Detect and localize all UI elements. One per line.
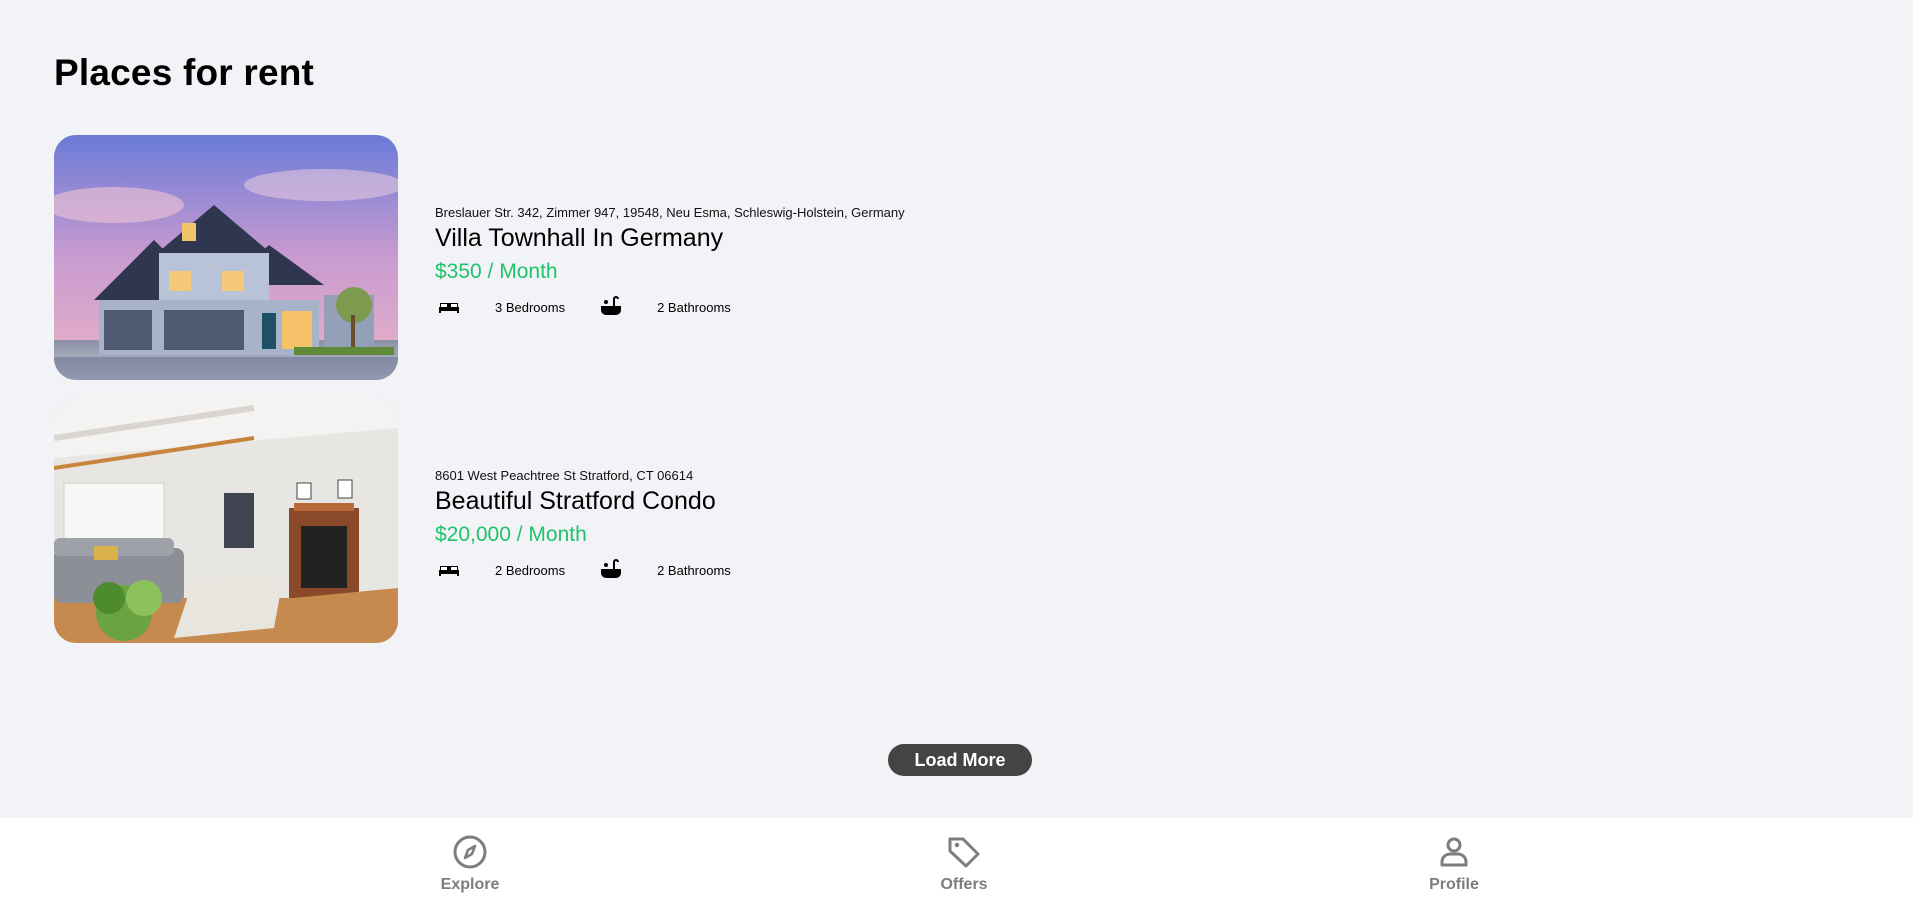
bed-icon — [437, 295, 461, 319]
listing-image-house-exterior[interactable] — [54, 135, 398, 380]
bathtub-icon — [599, 558, 623, 582]
compass-icon — [452, 834, 488, 870]
listing-card[interactable]: Breslauer Str. 342, Zimmer 947, 19548, N… — [54, 135, 1054, 380]
listing-features: 2 Bedrooms 2 Bathrooms — [435, 556, 1035, 584]
listing-name[interactable]: Villa Townhall In Germany — [435, 223, 1035, 253]
nav-explore[interactable]: Explore — [410, 834, 530, 894]
bed-icon — [437, 558, 461, 582]
listing-image-living-room[interactable] — [54, 398, 398, 643]
listing-info: 8601 West Peachtree St Stratford, CT 066… — [435, 468, 1035, 584]
nav-explore-label: Explore — [440, 876, 500, 893]
bottom-nav: Explore Offers Profile — [0, 818, 1913, 902]
bedrooms-label: 2 Bedrooms — [495, 562, 566, 578]
listing-price: $20,000 / Month — [435, 523, 587, 546]
listing-price: $350 / Month — [435, 260, 558, 283]
bedrooms-label: 3 Bedrooms — [495, 299, 566, 315]
nav-offers[interactable]: Offers — [904, 834, 1024, 894]
listing-card[interactable]: 8601 West Peachtree St Stratford, CT 066… — [54, 398, 1054, 643]
nav-profile[interactable]: Profile — [1394, 834, 1514, 894]
tag-icon — [946, 834, 982, 870]
listing-features: 3 Bedrooms 2 Bathrooms — [435, 293, 1035, 321]
listing-name[interactable]: Beautiful Stratford Condo — [435, 486, 1035, 516]
nav-profile-label: Profile — [1429, 876, 1479, 893]
bathtub-icon — [599, 295, 623, 319]
bathrooms-label: 2 Bathrooms — [657, 299, 731, 315]
person-icon — [1436, 834, 1472, 870]
load-more-button[interactable]: Load More — [888, 744, 1032, 776]
listing-address: 8601 West Peachtree St Stratford, CT 066… — [435, 468, 694, 483]
bathrooms-label: 2 Bathrooms — [657, 562, 731, 578]
listing-address: Breslauer Str. 342, Zimmer 947, 19548, N… — [435, 205, 905, 220]
nav-offers-label: Offers — [940, 876, 988, 893]
listing-info: Breslauer Str. 342, Zimmer 947, 19548, N… — [435, 205, 1035, 321]
page-title: Places for rent — [54, 52, 315, 93]
